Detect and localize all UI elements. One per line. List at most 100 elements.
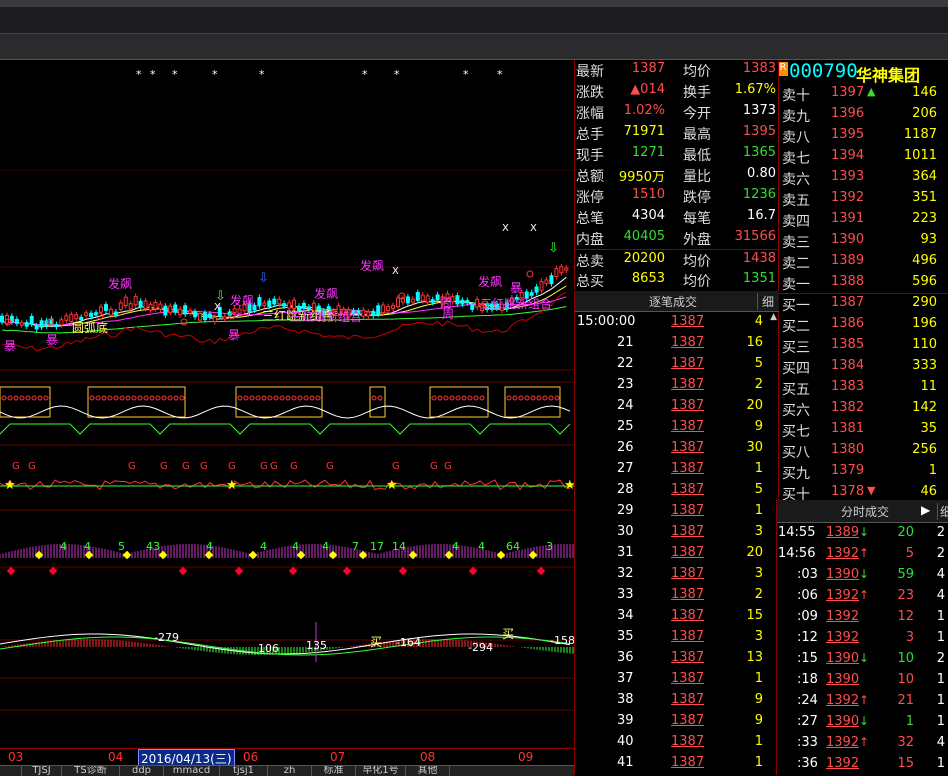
tick-detail-button[interactable]: 细 xyxy=(757,293,778,310)
tick-price: 1387 xyxy=(671,524,705,539)
tick-price: 1387 xyxy=(671,335,705,350)
candle-body xyxy=(198,312,202,321)
quote-panel: 最新 1387 均价 1383 涨跌 ▲014 换手 1.67% 涨幅 1.02% 今开 1373 总手… xyxy=(574,60,779,290)
bid-row[interactable]: 买一 1387 290 xyxy=(779,294,948,315)
minute-time: :15 xyxy=(797,651,818,666)
ask-price: 1391 xyxy=(831,211,865,226)
month-label: 08 xyxy=(420,750,436,764)
candle-body xyxy=(282,303,287,307)
bid-row[interactable]: 买四 1384 333 xyxy=(779,357,948,378)
bid-row[interactable]: 买八 1380 256 xyxy=(779,441,948,462)
ask-row[interactable]: 卖八 1395 1187 xyxy=(779,126,948,147)
ask-price: 1394 xyxy=(831,148,865,163)
tick-time: 24 xyxy=(617,398,634,413)
candle-body xyxy=(212,316,217,322)
candle-body xyxy=(435,294,440,301)
quote-label: 涨停 xyxy=(576,190,604,206)
candle-body xyxy=(455,295,460,305)
candle-body xyxy=(470,304,475,310)
ask-row[interactable]: 卖九 1396 206 xyxy=(779,105,948,126)
pattern-label: 暴 xyxy=(510,281,522,295)
tick-row: 35 1387 3 xyxy=(575,627,769,648)
candle-body xyxy=(143,300,148,309)
signal-diamond xyxy=(6,566,16,576)
quote-label: 均价 xyxy=(683,274,711,290)
candle-body xyxy=(420,294,425,302)
indicator-value: 4 xyxy=(260,540,267,553)
tick-row: 21 1387 16 xyxy=(575,333,769,354)
scroll-up-icon[interactable]: ▲ xyxy=(770,312,777,322)
candle-body xyxy=(108,308,113,316)
minute-count: 1 xyxy=(936,714,945,729)
minute-trades[interactable]: 分时成交 ▶ 细 14:55 1389 ↓ 20 2 14:56 1392 ↑ 5 2:03 139… xyxy=(776,500,948,775)
tick-volume: 5 xyxy=(754,356,763,371)
bid-row[interactable]: 买九 1379 1 xyxy=(779,462,948,483)
tick-time: 23 xyxy=(617,377,634,392)
ask-row[interactable]: 卖五 1392 351 xyxy=(779,189,948,210)
tick-row: 38 1387 9 xyxy=(575,690,769,711)
play-icon[interactable]: ▶ xyxy=(921,503,930,517)
tick-row: 27 1387 1 xyxy=(575,459,769,480)
signal-letter: G xyxy=(392,461,400,472)
ask-volume: 496 xyxy=(912,253,937,268)
chart-graphics: * * * * * * * * *发飙发飙发飙发飙发飙圆弧底暴暴暴暴三红跳新组合三红跳新组合三红… xyxy=(0,68,574,749)
ask-label: 卖三 xyxy=(782,235,810,251)
bid-row[interactable]: 买六 1382 142 xyxy=(779,399,948,420)
tick-volume: 1 xyxy=(754,734,763,749)
tick-time: 37 xyxy=(617,671,634,686)
candle-body xyxy=(202,312,207,321)
candle-body xyxy=(267,300,272,307)
tick-volume: 9 xyxy=(754,419,763,434)
tick-price: 1387 xyxy=(671,398,705,413)
indicator-block xyxy=(0,386,51,418)
ask-row[interactable]: 卖十 1397 ▲ 146 xyxy=(779,84,948,105)
quote-label: 最新 xyxy=(576,64,604,80)
quote-value: 1271 xyxy=(631,145,665,160)
ask-row[interactable]: 卖六 1393 364 xyxy=(779,168,948,189)
indicator-dot xyxy=(125,395,131,401)
tick-list[interactable]: 逐笔成交 细 ▲ 15:00:00 1387 4 21 1387 16 22 1387 5 23 1… xyxy=(574,291,779,775)
ask-row[interactable]: 卖七 1394 1011 xyxy=(779,147,948,168)
quote-label: 总手 xyxy=(576,127,604,143)
indicator-dot xyxy=(443,395,449,401)
indicator-dot xyxy=(243,395,249,401)
minute-price: 1390 xyxy=(826,567,860,582)
tick-list-title: 逐笔成交 xyxy=(649,295,698,309)
bid-price: 1387 xyxy=(831,295,865,310)
quote-value: 1351 xyxy=(742,271,776,286)
indicator-value: 3 xyxy=(546,540,553,553)
quote-value: 4304 xyxy=(631,208,665,223)
bid-row[interactable]: 买二 1386 196 xyxy=(779,315,948,336)
kline-chart[interactable]: * * * * * * * * *发飙发飙发飙发飙发飙圆弧底暴暴暴暴三红跳新组合三红跳新组合三红… xyxy=(0,60,574,775)
indicator-dot xyxy=(137,395,143,401)
tick-time: 25 xyxy=(617,419,634,434)
bid-row[interactable]: 买七 1381 35 xyxy=(779,420,948,441)
indicator-dot xyxy=(143,395,149,401)
quote-value: 1.67% xyxy=(734,82,776,97)
candle-body xyxy=(34,325,39,330)
indicator-dot xyxy=(179,395,185,401)
minute-trade-row: :09 1392 12 1 xyxy=(777,607,948,628)
minute-detail-button[interactable]: 细 xyxy=(937,503,948,520)
signal-diamond xyxy=(468,566,478,576)
quote-label: 总买 xyxy=(576,274,604,290)
signal-letter: G xyxy=(182,461,190,472)
minute-price: 1392 xyxy=(826,756,860,771)
ask-row[interactable]: 卖四 1391 223 xyxy=(779,210,948,231)
ask-price: 1397 xyxy=(831,85,865,100)
macd-value: -164 xyxy=(396,636,421,649)
tick-row: 29 1387 1 xyxy=(575,501,769,522)
candle-body xyxy=(529,292,534,296)
bid-row[interactable]: 买三 1385 110 xyxy=(779,336,948,357)
quote-value: 9950万 xyxy=(618,170,665,185)
ask-row[interactable]: 卖一 1388 596 xyxy=(779,273,948,294)
star-icon: ★ xyxy=(386,478,398,493)
minute-time: :24 xyxy=(797,693,818,708)
bid-row[interactable]: 买五 1383 11 xyxy=(779,378,948,399)
ask-row[interactable]: 卖二 1389 496 xyxy=(779,252,948,273)
ask-row[interactable]: 卖三 1390 93 xyxy=(779,231,948,252)
bid-price: 1381 xyxy=(831,421,865,436)
tick-price: 1387 xyxy=(671,314,705,329)
toolbar xyxy=(0,34,948,60)
candle-body xyxy=(128,303,133,310)
